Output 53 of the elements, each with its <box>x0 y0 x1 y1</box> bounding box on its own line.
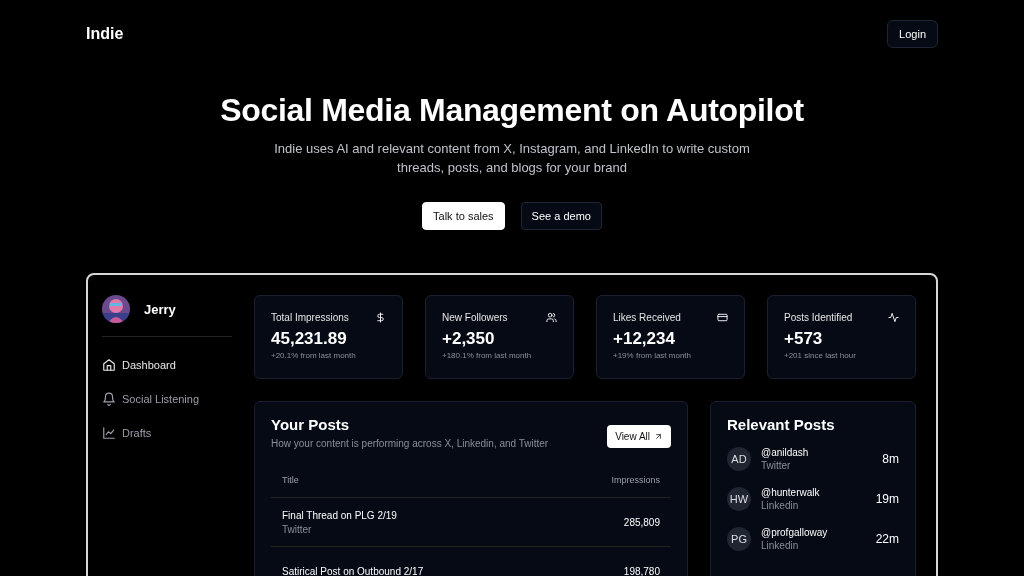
logo-text[interactable]: Indie <box>86 25 124 43</box>
stat-title: New Followers <box>442 312 508 323</box>
home-icon <box>102 358 116 372</box>
stat-value: +573 <box>784 329 824 349</box>
user-handle: @anildash <box>761 447 810 458</box>
view-all-button[interactable]: View All <box>607 425 671 448</box>
avatar: HW <box>727 487 751 511</box>
card-icon <box>717 312 728 323</box>
time-ago: 8m <box>882 452 899 466</box>
stat-value: +2,350 <box>442 329 496 349</box>
stat-note: +19% from last month <box>613 351 693 360</box>
stat-title: Likes Received <box>613 312 681 323</box>
column-header: Title <box>282 475 299 485</box>
impressions-cell: 198,780 <box>623 565 660 576</box>
stat-note: +20.1% from last month <box>271 351 357 360</box>
stat-note: +180.1% from last month <box>442 351 533 360</box>
hero-subtitle: Indie uses AI and relevant content from X, Instagram, and LinkedIn to write custom threads, posts, and blogs for your brand <box>273 140 751 177</box>
platform-label: Linkedin <box>761 540 800 551</box>
platform-label: Linkedin <box>761 500 800 511</box>
dollar-icon <box>375 312 386 323</box>
stat-title: Posts Identified <box>784 312 853 323</box>
time-ago: 19m <box>875 492 899 506</box>
impressions-cell: 285,809 <box>623 516 660 528</box>
sales-button[interactable]: Talk to sales <box>422 202 505 230</box>
user-handle: @hunterwalk <box>761 487 821 498</box>
line-chart-icon <box>102 426 116 440</box>
time-ago: 22m <box>875 532 899 546</box>
stat-title: Total Impressions <box>271 312 349 323</box>
stat-value: +12,234 <box>613 329 676 349</box>
panel-title: Relevant Posts <box>727 416 836 433</box>
post-platform: Twitter <box>282 523 313 535</box>
avatar: PG <box>727 527 751 551</box>
nav-item[interactable]: Drafts <box>102 426 232 440</box>
login-button[interactable]: Login <box>887 20 938 48</box>
pulse-icon <box>888 312 899 323</box>
column-header: Impressions <box>611 475 660 485</box>
arrow-icon <box>654 432 663 441</box>
post-title: Satirical Post on Outbound 2/17 <box>282 565 424 576</box>
avatar: AD <box>727 447 751 471</box>
user-handle: @profgalloway <box>761 527 829 538</box>
nav-item[interactable]: Dashboard <box>102 358 232 372</box>
user-name: Jerry <box>144 301 176 317</box>
panel-subtitle: How your content is performing across X, Linkedin, and Twitter <box>271 438 549 449</box>
panel-title: Your Posts <box>271 416 351 433</box>
users-icon <box>546 312 557 323</box>
nav-item[interactable]: Social Listening <box>102 392 232 406</box>
platform-label: Twitter <box>761 460 792 471</box>
bell-icon <box>102 392 116 406</box>
stat-value: 45,231.89 <box>271 329 348 349</box>
hero-title: Social Media Management on Autopilot <box>220 92 804 129</box>
stat-note: +201 since last hour <box>784 351 857 360</box>
post-title: Final Thread on PLG 2/19 <box>282 509 397 521</box>
demo-button[interactable]: See a demo <box>520 202 602 230</box>
